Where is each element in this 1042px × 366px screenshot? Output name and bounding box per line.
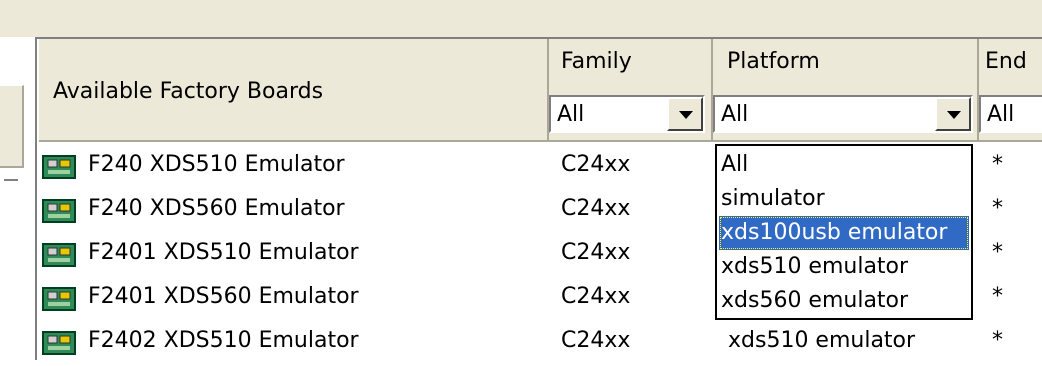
board-chip-icon — [42, 199, 76, 223]
board-family: C24xx — [561, 240, 631, 265]
dropdown-option[interactable]: xds510 emulator — [719, 250, 969, 284]
board-chip-icon — [42, 331, 76, 355]
board-family: C24xx — [561, 196, 631, 221]
endian-filter-select[interactable]: All — [979, 95, 1042, 133]
board-name: F2401 XDS560 Emulator — [88, 284, 359, 309]
board-family: C24xx — [561, 328, 631, 353]
board-endian: * — [992, 240, 1003, 265]
chevron-down-icon[interactable] — [667, 97, 703, 131]
board-endian: * — [992, 328, 1003, 353]
board-family: C24xx — [561, 152, 631, 177]
board-name: F2401 XDS510 Emulator — [88, 240, 359, 265]
endian-filter-value: All — [987, 102, 1015, 127]
column-header-board-label: Available Factory Boards — [53, 79, 324, 104]
board-name: F240 XDS510 Emulator — [88, 152, 345, 177]
platform-filter-select[interactable]: All — [713, 95, 973, 133]
board-platform: xds510 emulator — [728, 328, 916, 353]
board-chip-icon — [42, 155, 76, 179]
column-header-family-label: Family — [561, 49, 632, 74]
platform-filter-value: All — [721, 102, 749, 127]
board-endian: * — [992, 196, 1003, 221]
board-endian: * — [992, 284, 1003, 309]
column-header-endian[interactable]: End All — [979, 39, 1042, 142]
dropdown-option[interactable]: xds560 emulator — [719, 284, 969, 318]
column-header-board[interactable]: Available Factory Boards — [39, 39, 549, 142]
left-panel — [0, 37, 29, 360]
dropdown-option[interactable]: xds100usb emulator — [719, 216, 969, 250]
column-header-platform-label: Platform — [727, 49, 820, 74]
table-row[interactable]: F2402 XDS510 Emulator C24xx xds510 emulato… — [42, 322, 1042, 366]
board-family: C24xx — [561, 284, 631, 309]
family-filter-select[interactable]: All — [549, 95, 705, 133]
column-header-platform[interactable]: Platform All — [713, 39, 979, 142]
column-header-family[interactable]: Family All — [549, 39, 713, 142]
chevron-down-icon[interactable] — [935, 97, 971, 131]
left-panel-header — [0, 85, 24, 168]
board-chip-icon — [42, 243, 76, 267]
board-name: F240 XDS560 Emulator — [88, 196, 345, 221]
left-panel-divider — [4, 179, 18, 181]
toolbar-area — [0, 0, 1042, 37]
board-chip-icon — [42, 287, 76, 311]
column-header-endian-label: End — [985, 49, 1027, 74]
board-endian: * — [992, 152, 1003, 177]
family-filter-value: All — [557, 102, 585, 127]
board-name: F2402 XDS510 Emulator — [88, 328, 359, 353]
dropdown-option[interactable]: All — [719, 148, 969, 182]
platform-dropdown-list[interactable]: All simulator xds100usb emulator xds510 emu… — [715, 144, 973, 320]
dropdown-option[interactable]: simulator — [719, 182, 969, 216]
